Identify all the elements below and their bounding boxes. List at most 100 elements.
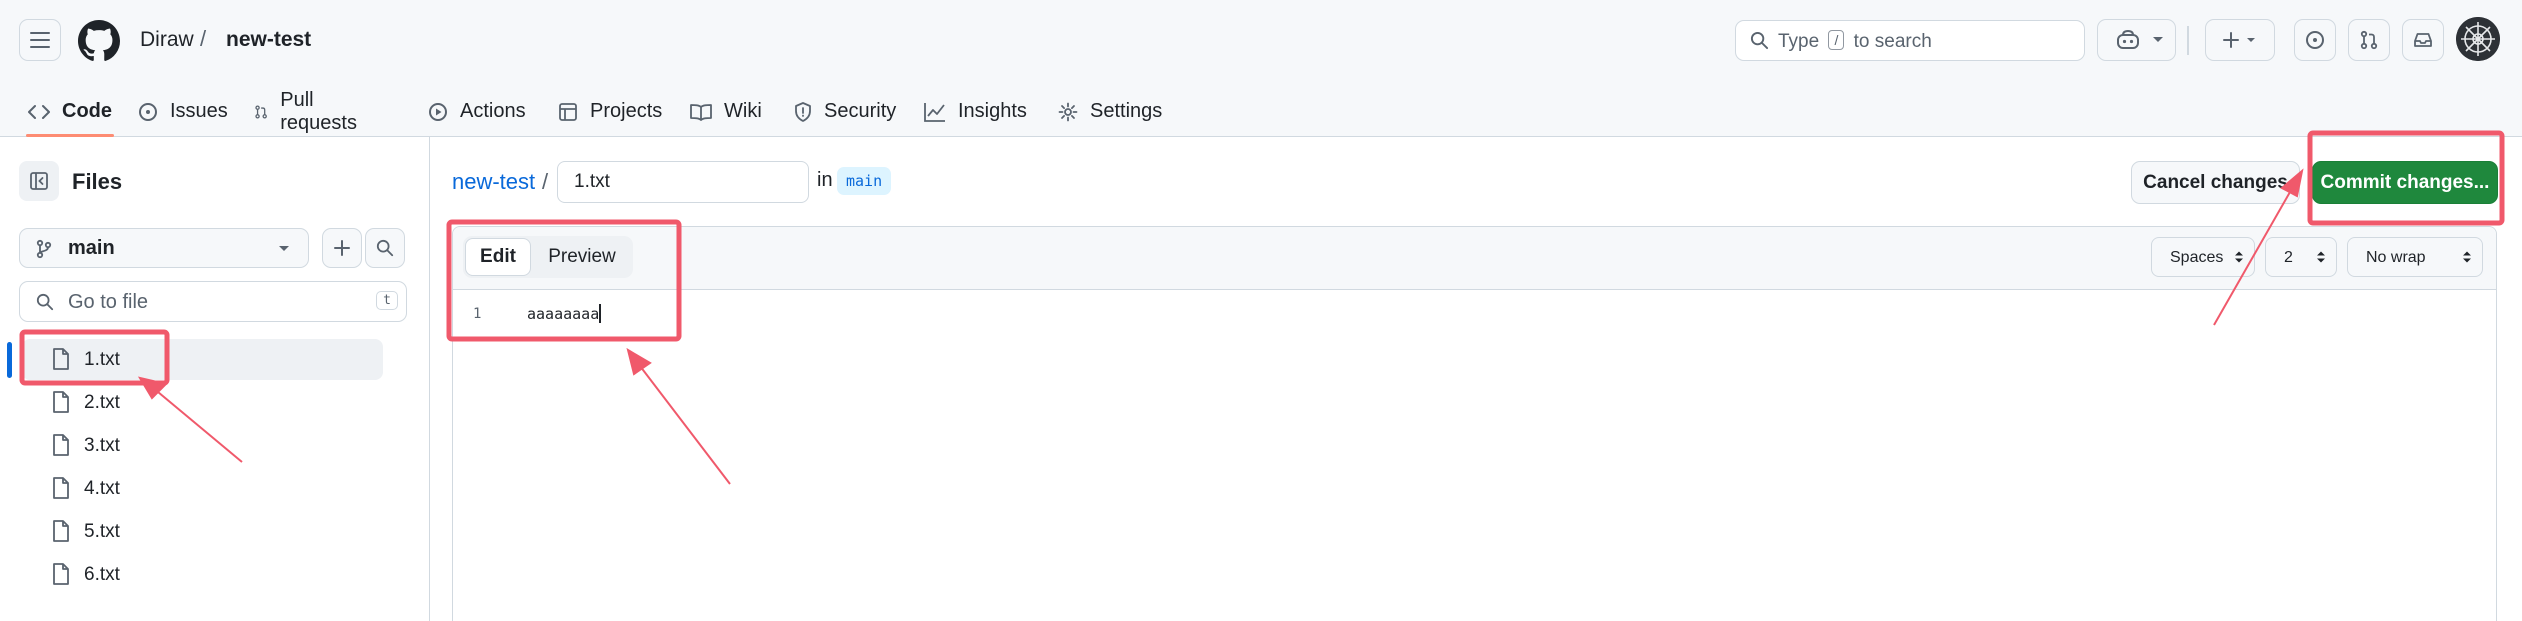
file-icon: [53, 348, 69, 370]
editor-breadcrumb-repo[interactable]: new-test: [452, 169, 535, 195]
tab-settings[interactable]: Settings: [1048, 86, 1172, 137]
breadcrumb-owner[interactable]: Diraw: [140, 28, 194, 52]
issue-icon: [2306, 31, 2324, 49]
cancel-changes-button[interactable]: Cancel changes: [2131, 161, 2300, 204]
tree-item-label: 6.txt: [84, 564, 120, 585]
search-placeholder: Type / to search: [1778, 30, 1932, 52]
tab-insights[interactable]: Insights: [914, 86, 1037, 137]
copilot-icon: [2117, 29, 2139, 49]
code-editor: Edit Preview Spaces 2 No wrap 1 aaaaaaaa: [452, 226, 2497, 621]
selected-indicator: [7, 342, 12, 378]
pull-requests-button[interactable]: [2348, 19, 2390, 61]
code-line[interactable]: aaaaaaaa: [527, 304, 602, 323]
file-icon: [53, 391, 69, 413]
tab-insights-label: Insights: [958, 100, 1027, 122]
line-number: 1: [473, 306, 482, 322]
tab-issues[interactable]: Issues: [128, 86, 238, 137]
table-icon: [559, 102, 577, 121]
tree-item-4-txt[interactable]: 4.txt: [22, 468, 383, 509]
tree-item-label: 4.txt: [84, 478, 120, 499]
chevron-down-icon: [279, 246, 289, 251]
search-icon: [376, 239, 394, 257]
shield-icon: [795, 101, 811, 122]
tab-pull-requests-label: Pull requests: [280, 88, 357, 134]
graph-icon: [924, 102, 945, 122]
user-avatar[interactable]: [2456, 17, 2500, 61]
select-arrows-icon: [2463, 251, 2471, 263]
pull-request-icon: [255, 105, 267, 118]
tab-projects-label: Projects: [590, 100, 663, 122]
file-icon: [53, 520, 69, 542]
global-header: Diraw / new-test Type / to search Code I…: [0, 0, 2522, 137]
collapse-file-tree-button[interactable]: [19, 161, 59, 201]
github-logo-icon[interactable]: [78, 20, 120, 62]
breadcrumb-repo[interactable]: new-test: [226, 28, 311, 52]
tab-actions-label: Actions: [460, 100, 526, 122]
tab-actions[interactable]: Actions: [418, 86, 536, 137]
search-input[interactable]: Type / to search: [1735, 20, 2085, 61]
tab-issues-label: Issues: [170, 100, 228, 122]
tree-item-6-txt[interactable]: 6.txt: [22, 554, 383, 595]
select-arrows-icon: [2235, 251, 2243, 263]
commit-changes-button[interactable]: Commit changes...: [2312, 161, 2498, 204]
indent-mode-select[interactable]: Spaces: [2151, 237, 2255, 277]
search-shortcut-key: /: [1828, 30, 1845, 50]
tree-item-5-txt[interactable]: 5.txt: [22, 511, 383, 552]
pull-request-icon: [2360, 30, 2378, 50]
tree-item-3-txt[interactable]: 3.txt: [22, 425, 383, 466]
editor-toolbar: Edit Preview Spaces 2 No wrap: [453, 227, 2496, 290]
code-line-text: aaaaaaaa: [527, 305, 600, 323]
plus-icon: [2223, 32, 2255, 48]
indent-size-select[interactable]: 2: [2265, 237, 2337, 277]
branch-selector[interactable]: main: [19, 228, 309, 268]
tab-pull-requests[interactable]: Pull requests: [244, 86, 373, 137]
create-new-button[interactable]: [2205, 19, 2275, 61]
code-icon: [28, 104, 50, 119]
breadcrumb-separator: /: [200, 26, 207, 51]
gear-icon: [1058, 102, 1078, 121]
book-icon: [690, 103, 712, 121]
in-label: in: [817, 169, 833, 191]
branch-badge: main: [837, 167, 892, 195]
select-arrows-icon: [2317, 251, 2325, 263]
tree-item-label: 3.txt: [84, 435, 120, 456]
file-icon: [53, 434, 69, 456]
inbox-button[interactable]: [2402, 19, 2444, 61]
search-files-button[interactable]: [365, 228, 405, 268]
tab-code-label: Code: [62, 100, 112, 122]
tab-edit[interactable]: Edit: [465, 238, 531, 276]
tab-settings-label: Settings: [1090, 100, 1163, 122]
go-to-file-placeholder: Go to file: [68, 291, 149, 313]
edit-preview-toggle: Edit Preview: [463, 236, 633, 278]
tab-projects[interactable]: Projects: [548, 86, 672, 137]
tab-wiki[interactable]: Wiki: [680, 86, 772, 137]
issues-button[interactable]: [2294, 19, 2336, 61]
wrap-mode-value: No wrap: [2366, 249, 2426, 266]
filename-input[interactable]: 1.txt: [557, 161, 809, 203]
editor-panel: new-test / 1.txt in main Cancel changes …: [432, 137, 2522, 621]
text-cursor: [599, 304, 602, 323]
wrap-mode-select[interactable]: No wrap: [2347, 237, 2483, 277]
go-to-file-shortcut: t: [376, 291, 398, 310]
copilot-dropdown-button[interactable]: [2141, 19, 2176, 61]
git-branch-icon: [36, 239, 52, 259]
tree-item-1-txt[interactable]: 1.txt: [22, 339, 383, 380]
menu-button[interactable]: [19, 19, 61, 61]
tree-item-label: 5.txt: [84, 521, 120, 542]
editor-breadcrumb-separator: /: [542, 169, 549, 194]
tab-security[interactable]: Security: [784, 86, 906, 137]
play-icon: [429, 102, 447, 121]
header-divider: [2187, 26, 2189, 55]
indent-size-value: 2: [2284, 249, 2293, 266]
go-to-file-input[interactable]: Go to file t: [19, 281, 407, 322]
tab-code[interactable]: Code: [18, 86, 122, 137]
tree-item-2-txt[interactable]: 2.txt: [22, 382, 383, 423]
tab-security-label: Security: [824, 100, 897, 122]
tab-preview[interactable]: Preview: [533, 238, 631, 276]
file-icon: [53, 477, 69, 499]
branch-name: main: [68, 237, 115, 259]
tree-item-label: 2.txt: [84, 392, 120, 413]
add-file-button[interactable]: [322, 228, 362, 268]
hamburger-icon: [30, 32, 50, 48]
plus-icon: [334, 240, 350, 256]
